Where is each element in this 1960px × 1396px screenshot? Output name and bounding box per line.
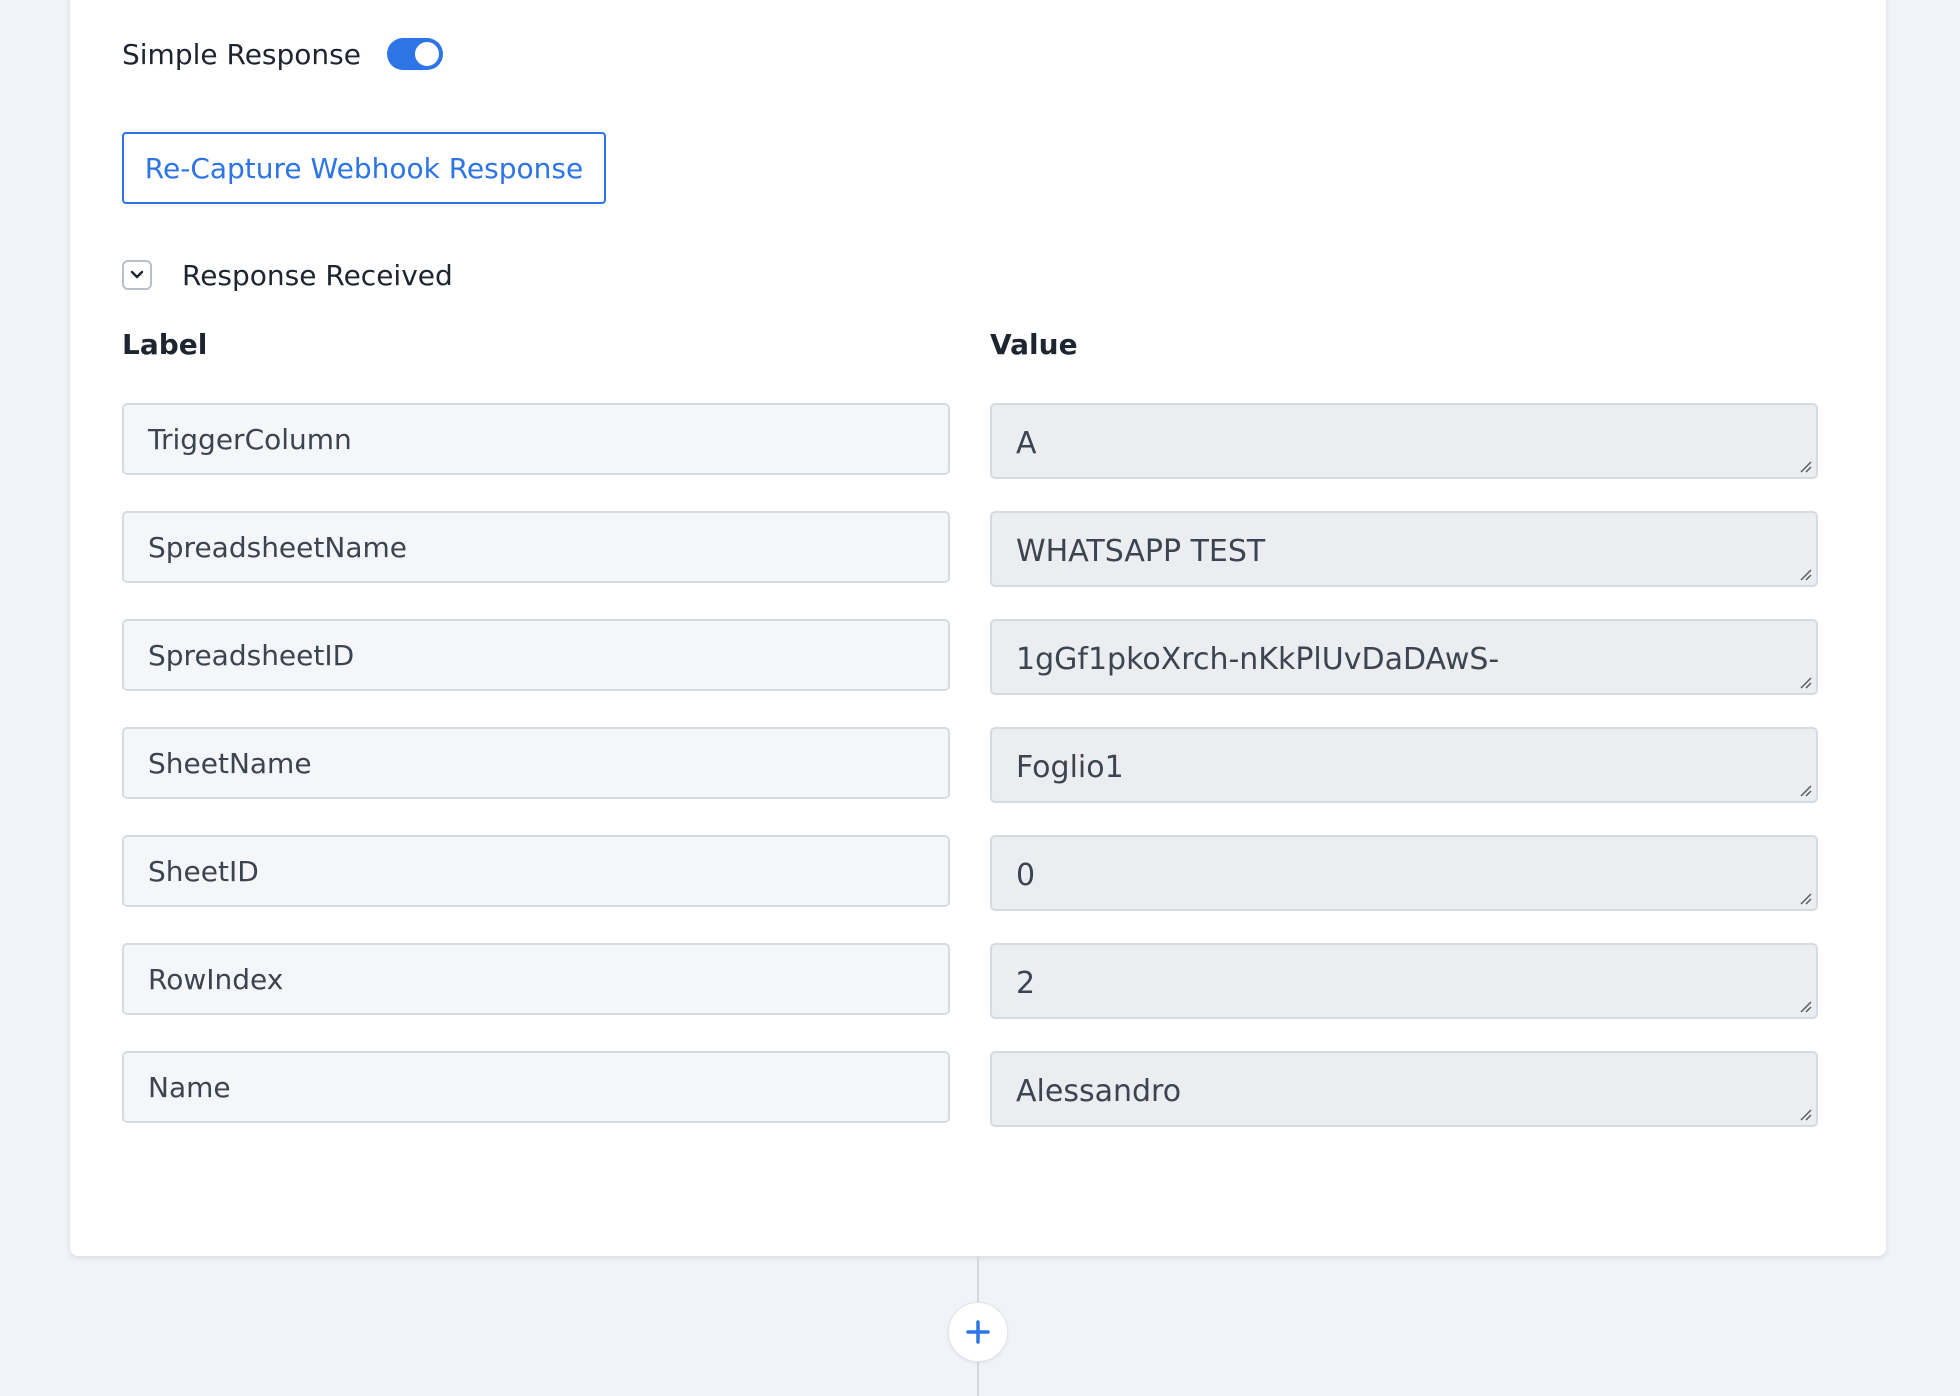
resize-grip-icon[interactable] <box>1798 999 1812 1013</box>
response-label-field[interactable]: Name <box>122 1051 950 1123</box>
response-label-field[interactable]: RowIndex <box>122 943 950 1015</box>
response-value-field[interactable]: WHATSAPP TEST <box>990 511 1818 587</box>
recapture-webhook-button[interactable]: Re-Capture Webhook Response <box>122 132 606 204</box>
response-value-text: Alessandro <box>1016 1074 1182 1109</box>
resize-grip-icon[interactable] <box>1798 891 1812 905</box>
simple-response-label: Simple Response <box>122 37 361 71</box>
response-label-field[interactable]: SpreadsheetID <box>122 619 950 691</box>
plus-icon <box>966 1320 990 1344</box>
response-label-field[interactable]: SheetName <box>122 727 950 799</box>
response-value-field[interactable]: 0 <box>990 835 1818 911</box>
simple-response-row: Simple Response <box>122 34 443 74</box>
response-value-field[interactable]: Alessandro <box>990 1051 1818 1127</box>
response-value-text: A <box>1016 426 1037 461</box>
value-column-header: Value <box>990 328 1078 361</box>
toggle-knob <box>414 42 439 66</box>
response-value-text: WHATSAPP TEST <box>1016 534 1266 569</box>
response-value-field[interactable]: Foglio1 <box>990 727 1818 803</box>
response-received-toggle-row[interactable]: Response Received <box>122 255 453 295</box>
simple-response-toggle[interactable] <box>386 38 443 70</box>
resize-grip-icon[interactable] <box>1798 567 1812 581</box>
response-value-text: 1gGf1pkoXrch-nKkPlUvDaDAwS- <box>1016 642 1500 677</box>
label-column-header: Label <box>122 328 208 361</box>
resize-grip-icon[interactable] <box>1798 1107 1812 1121</box>
response-value-field[interactable]: A <box>990 403 1818 479</box>
response-value-text: 0 <box>1016 858 1036 893</box>
response-label-field[interactable]: SheetID <box>122 835 950 907</box>
resize-grip-icon[interactable] <box>1798 675 1812 689</box>
response-label-field[interactable]: TriggerColumn <box>122 403 950 475</box>
response-value-field[interactable]: 1gGf1pkoXrch-nKkPlUvDaDAwS- <box>990 619 1818 695</box>
resize-grip-icon[interactable] <box>1798 459 1812 473</box>
response-label-field[interactable]: SpreadsheetName <box>122 511 950 583</box>
add-step-button[interactable] <box>948 1302 1008 1362</box>
chevron-down-icon[interactable] <box>122 260 152 290</box>
response-value-field[interactable]: 2 <box>990 943 1818 1019</box>
response-received-title: Response Received <box>182 258 453 292</box>
response-value-text: 2 <box>1016 966 1036 1001</box>
response-value-text: Foglio1 <box>1016 750 1124 785</box>
resize-grip-icon[interactable] <box>1798 783 1812 797</box>
